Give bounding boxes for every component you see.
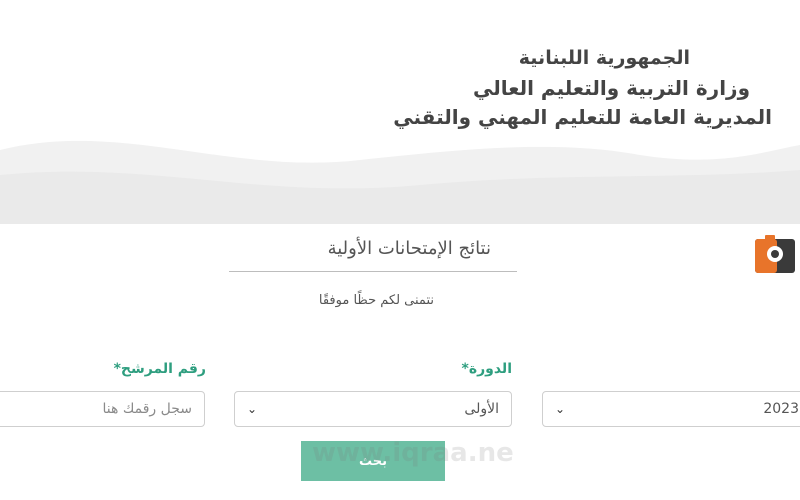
year-label: * — [782, 361, 800, 377]
header-ministry: وزارة التربية والتعليم العالي — [473, 76, 750, 100]
session-select-value: الأولى — [464, 401, 499, 417]
page-title: نتائج الإمتحانات الأولية — [229, 236, 517, 272]
chevron-down-icon: ⌄ — [555, 402, 566, 416]
candidate-number-input[interactable] — [0, 391, 205, 427]
year-select-value: 2023 — [763, 401, 799, 417]
session-select[interactable]: ⌄ الأولى — [234, 391, 512, 427]
header-banner: الجمهورية اللبنانية وزارة التربية والتعل… — [0, 0, 800, 224]
session-label: الدورة* — [461, 361, 513, 377]
site-logo-icon — [755, 235, 795, 273]
search-button[interactable]: بحث — [301, 441, 445, 481]
header-country: الجمهورية اللبنانية — [518, 47, 690, 69]
chevron-down-icon: ⌄ — [247, 402, 258, 416]
year-select[interactable]: ⌄ 2023 — [542, 391, 800, 427]
page-subtitle: نتمنى لكم حظًا موفقًا — [318, 293, 434, 308]
candidate-number-label: رقم المرشح* — [113, 361, 206, 377]
header-directorate: المديرية العامة للتعليم المهني والتقني — [393, 105, 772, 129]
